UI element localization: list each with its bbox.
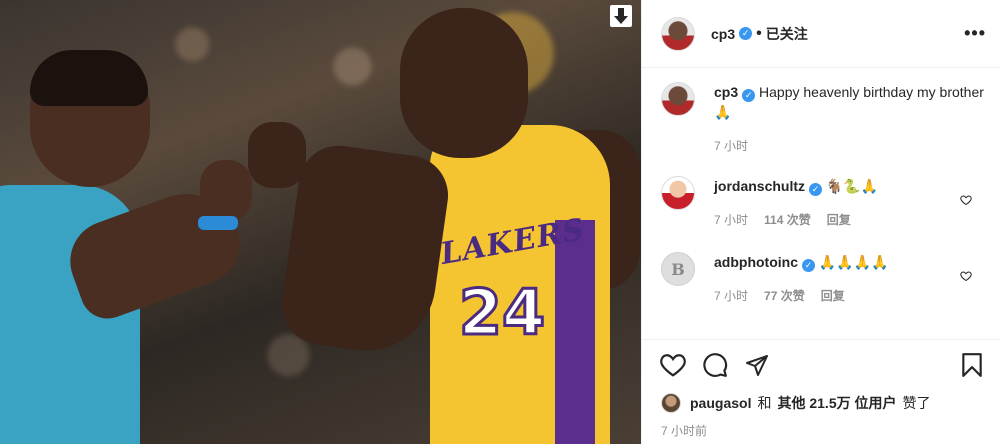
likes-conjunction: 和 [757, 395, 772, 411]
comment-likes[interactable]: 114 次赞 [764, 210, 811, 230]
comment-avatar[interactable] [661, 176, 695, 210]
comment-text: 🐐🐍🙏 [825, 178, 879, 194]
like-heart-icon[interactable] [960, 270, 972, 282]
author-username[interactable]: cp3 [711, 26, 735, 42]
likes-summary: paugasol 和 其他 21.5万 位用户 赞了 [642, 390, 1000, 416]
verified-badge-icon: ✓ [742, 88, 756, 102]
jersey-number: 24 [457, 275, 546, 351]
left-player-hair [30, 50, 148, 106]
comment-body: adbphotoinc ✓ 🙏🙏🙏🙏 7 小时 77 次赞 回复 [714, 252, 984, 306]
post-timestamp[interactable]: 7 小时前 [642, 416, 1000, 439]
reply-button[interactable]: 回复 [827, 210, 851, 230]
verified-badge-icon: ✓ [802, 258, 815, 272]
comment-likes[interactable]: 77 次赞 [764, 286, 805, 306]
comment-time[interactable]: 7 小时 [714, 286, 748, 306]
caption-body: cp3 ✓ Happy heavenly birthday my brother … [714, 82, 984, 156]
comment-text: 🙏🙏🙏🙏 [818, 254, 889, 270]
caption-username[interactable]: cp3 [714, 84, 738, 100]
right-player-head [400, 8, 528, 158]
jersey-side-stripe [555, 220, 595, 444]
left-player-wristband [198, 216, 238, 230]
comment-meta: 7 小时 77 次赞 回复 [714, 286, 984, 306]
post-photo[interactable]: LAKERS 24 [0, 0, 641, 444]
more-options-icon[interactable]: ••• [964, 23, 986, 44]
comment-username[interactable]: jordanschultz [714, 178, 805, 194]
comment-meta: 7 小时 114 次赞 回复 [714, 210, 984, 230]
like-button[interactable] [659, 351, 687, 379]
comment-item: B adbphotoinc ✓ 🙏🙏🙏🙏 7 小时 77 次赞 回复 [661, 252, 984, 306]
heart-icon [660, 354, 686, 377]
liker-username[interactable]: paugasol [690, 395, 751, 411]
left-player-fist [200, 160, 252, 222]
post-side-panel: cp3 ✓ • 已关注 ••• cp3 ✓ Happy heavenly birt… [641, 0, 1000, 444]
comment-avatar[interactable]: B [661, 252, 695, 286]
verified-badge-icon: ✓ [739, 27, 753, 40]
caption: cp3 ✓ Happy heavenly birthday my brother … [661, 82, 984, 156]
comment-time[interactable]: 7 小时 [714, 210, 748, 230]
comments-list: cp3 ✓ Happy heavenly birthday my brother … [642, 68, 1000, 340]
reply-button[interactable]: 回复 [821, 286, 845, 306]
likes-others[interactable]: 其他 21.5万 位用户 [777, 393, 896, 413]
caption-meta: 7 小时 [714, 136, 984, 156]
comment-item: jordanschultz ✓ 🐐🐍🙏 7 小时 114 次赞 回复 [661, 176, 984, 230]
share-button[interactable] [743, 351, 771, 379]
following-button[interactable]: 已关注 [766, 24, 808, 44]
download-arrow-icon [614, 8, 628, 24]
caption-time[interactable]: 7 小时 [714, 136, 748, 156]
author-avatar[interactable] [661, 16, 695, 51]
like-heart-icon[interactable] [960, 194, 972, 206]
action-bar [642, 340, 1000, 390]
comment-username[interactable]: adbphotoinc [714, 254, 798, 270]
liker-avatar[interactable] [661, 393, 681, 413]
download-button[interactable] [610, 5, 632, 27]
caption-text: Happy heavenly birthday my brother 🙏 [714, 84, 984, 120]
comment-button[interactable] [701, 351, 729, 379]
verified-badge-icon: ✓ [809, 182, 823, 196]
save-button[interactable] [958, 351, 986, 379]
comment-body: jordanschultz ✓ 🐐🐍🙏 7 小时 114 次赞 回复 [714, 176, 984, 230]
bookmark-icon [962, 353, 982, 377]
caption-avatar[interactable] [661, 82, 695, 116]
right-player-fist [248, 122, 306, 188]
separator-dot: • [756, 24, 762, 42]
paper-plane-icon [746, 355, 768, 376]
avatar-letter: B [671, 259, 685, 279]
post-header: cp3 ✓ • 已关注 ••• [642, 0, 1000, 68]
author-info: cp3 ✓ • 已关注 [711, 24, 808, 44]
comment-bubble-icon [703, 353, 728, 377]
likes-suffix: 赞了 [902, 395, 931, 411]
